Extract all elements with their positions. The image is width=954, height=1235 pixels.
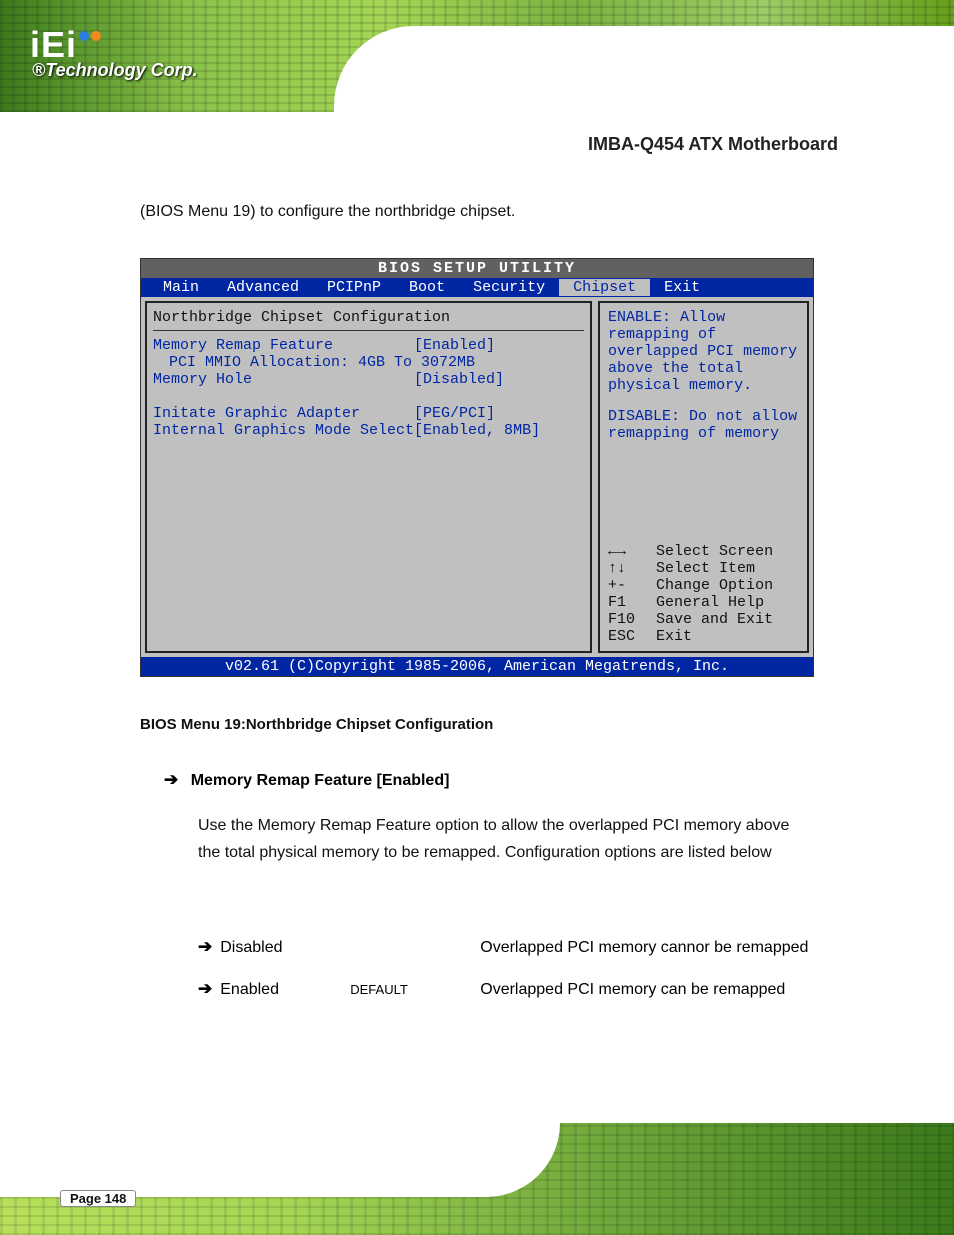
arrow-right-icon: ➔ bbox=[198, 979, 212, 999]
figure-caption: BIOS Menu 19:Northbridge Chipset Configu… bbox=[140, 716, 493, 733]
header-banner: iEi ®Technology Corp. bbox=[0, 0, 954, 112]
bios-row-memory-remap: Memory Remap Feature [Enabled] bbox=[153, 337, 584, 354]
bios-sub-pci-mmio: PCI MMIO Allocation: 4GB To 3072MB bbox=[169, 354, 584, 371]
option-desc: Overlapped PCI memory can be remapped bbox=[480, 977, 808, 1003]
bios-label: Memory Remap Feature bbox=[153, 337, 414, 354]
bios-tab-security: Security bbox=[459, 279, 559, 296]
bios-row-graphic-adapter: Initate Graphic Adapter [PEG/PCI] bbox=[153, 405, 584, 422]
arrow-right-icon: ➔ bbox=[198, 937, 212, 957]
bios-left-panel: Northbridge Chipset Configuration Memory… bbox=[145, 301, 592, 653]
dot-icon-orange bbox=[91, 31, 101, 41]
bios-nav-help: ←→Select Screen ↑↓Select Item +-Change O… bbox=[608, 543, 799, 645]
option-title: Memory Remap Feature [Enabled] bbox=[191, 772, 450, 789]
option-default-label: DEFAULT bbox=[350, 982, 480, 997]
option-heading: ➔ Memory Remap Feature [Enabled] bbox=[164, 770, 449, 790]
bios-row-memory-hole: Memory Hole [Disabled] bbox=[153, 371, 584, 388]
bios-screenshot: BIOS SETUP UTILITY Main Advanced PCIPnP … bbox=[140, 258, 814, 677]
bios-value: [Enabled, 8MB] bbox=[414, 422, 584, 439]
bios-tab-chipset: Chipset bbox=[559, 279, 650, 296]
arrow-right-icon: ➔ bbox=[164, 770, 178, 789]
bios-tab-pcipnp: PCIPnP bbox=[313, 279, 395, 296]
footer-banner bbox=[0, 1123, 954, 1235]
bios-tab-exit: Exit bbox=[650, 279, 714, 296]
bios-title: BIOS SETUP UTILITY bbox=[141, 259, 813, 278]
option-values-list: ➔ Disabled Overlapped PCI memory cannor … bbox=[198, 935, 808, 1018]
bios-help-enable: ENABLE: Allow remapping of overlapped PC… bbox=[608, 309, 799, 394]
bios-row-internal-graphics: Internal Graphics Mode Select [Enabled, … bbox=[153, 422, 584, 439]
dot-icon-blue bbox=[79, 31, 89, 41]
bios-label: Internal Graphics Mode Select bbox=[153, 422, 414, 439]
option-value-label: Enabled bbox=[220, 981, 350, 999]
option-desc: Overlapped PCI memory cannor be remapped bbox=[480, 935, 808, 961]
bios-value: [Disabled] bbox=[414, 371, 584, 388]
bios-tabs: Main Advanced PCIPnP Boot Security Chips… bbox=[141, 278, 813, 297]
bios-help-disable: DISABLE: Do not allow remapping of memor… bbox=[608, 408, 799, 442]
intro-text: (BIOS Menu 19) to configure the northbri… bbox=[140, 203, 515, 221]
option-description: Use the Memory Remap Feature option to a… bbox=[198, 812, 798, 866]
bios-right-panel: ENABLE: Allow remapping of overlapped PC… bbox=[598, 301, 809, 653]
bios-section-heading: Northbridge Chipset Configuration bbox=[153, 307, 584, 331]
bios-tab-boot: Boot bbox=[395, 279, 459, 296]
bios-tab-advanced: Advanced bbox=[213, 279, 313, 296]
page-number: Page 148 bbox=[60, 1190, 136, 1207]
option-item-disabled: ➔ Disabled Overlapped PCI memory cannor … bbox=[198, 935, 808, 961]
logo: iEi ®Technology Corp. bbox=[30, 24, 198, 81]
option-item-enabled: ➔ Enabled DEFAULT Overlapped PCI memory … bbox=[198, 977, 808, 1003]
bios-footer: v02.61 (C)Copyright 1985-2006, American … bbox=[141, 657, 813, 676]
option-value-label: Disabled bbox=[220, 939, 350, 957]
product-title: IMBA-Q454 ATX Motherboard bbox=[588, 134, 838, 155]
bios-value: [PEG/PCI] bbox=[414, 405, 584, 422]
bios-value: [Enabled] bbox=[414, 337, 584, 354]
logo-sub-text: ®Technology Corp. bbox=[32, 60, 198, 81]
bios-label: Memory Hole bbox=[153, 371, 414, 388]
bios-label: Initate Graphic Adapter bbox=[153, 405, 414, 422]
bios-tab-main: Main bbox=[149, 279, 213, 296]
